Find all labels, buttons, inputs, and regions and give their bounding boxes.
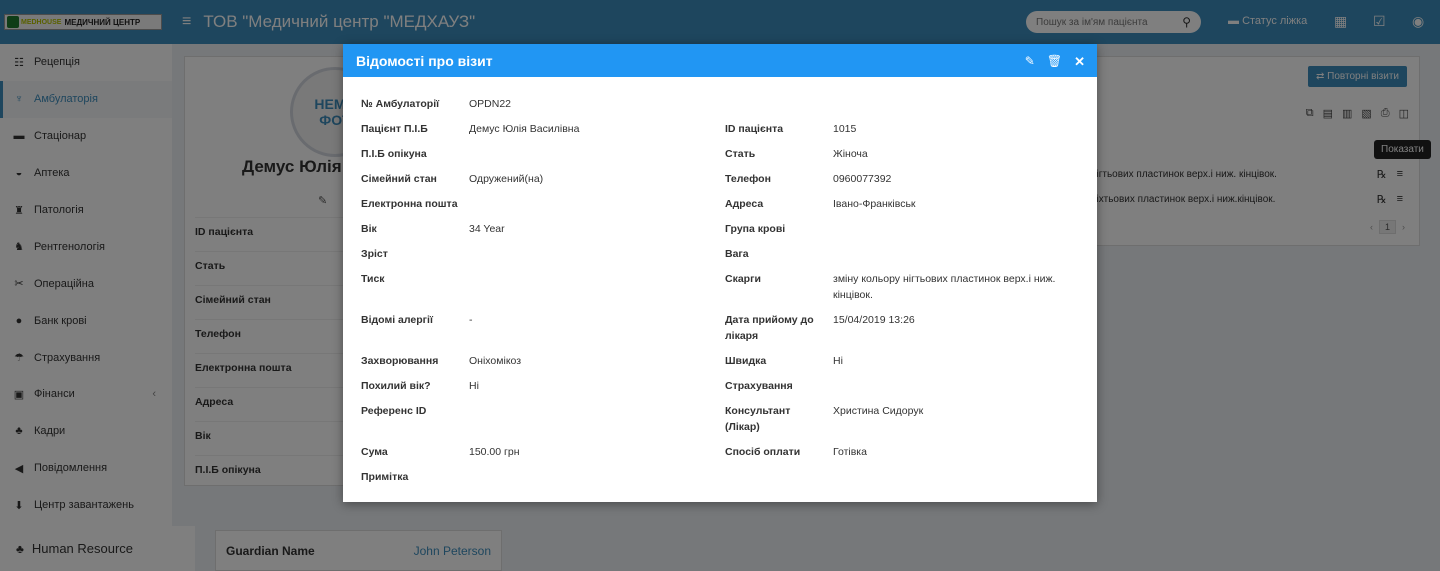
field-label: Вага [725,248,749,260]
field-value: Христина Сидорук [833,405,924,417]
close-icon[interactable]: ✕ [1074,54,1085,70]
field-label: Спосіб оплати [725,446,801,458]
modal-tools: ✎ 🗑 ✕ [1025,54,1085,70]
field-label: Пацієнт П.І.Б [361,123,428,135]
modal-title: Відомості про візит [356,52,493,69]
field-label: Телефон [725,173,771,185]
field-label: Сімейний стан [361,173,437,185]
field-value: Оніхомікоз [469,355,522,367]
visit-details-modal: Відомості про візит ✎ 🗑 ✕ № Амбулаторії … [343,44,1097,502]
trash-icon[interactable]: 🗑 [1047,54,1062,70]
field-label: Страхування [725,380,793,392]
field-label: П.І.Б опікуна [361,148,427,160]
field-value: OPDN22 [469,98,512,110]
field-label: Захворювання [361,355,439,367]
field-value: 150.00 грн [469,446,520,458]
field-label: Примітка [361,471,409,483]
modal-header: Відомості про візит ✎ 🗑 ✕ [343,44,1097,77]
field-label: Дата прийому до лікаря [725,314,814,342]
field-label: Скарги [725,273,761,285]
field-value: 34 Year [469,223,505,235]
field-value: Ні [833,355,843,367]
field-label: Вік [361,223,377,235]
field-value: Одружений(на) [469,173,544,185]
field-value: зміну кольору нігтьових пластинок верх.і… [833,273,1056,301]
field-label: Референс ID [361,405,427,417]
field-label: Сума [361,446,388,458]
field-value: Івано-Франківськ [833,198,916,210]
field-label: Зріст [361,248,388,260]
field-value: Ні [469,380,479,392]
field-value: 0960077392 [833,173,892,185]
field-label: Швидка [725,355,767,367]
field-value: Жіноча [833,148,868,160]
field-label: Тиск [361,273,385,285]
field-label: ID пацієнта [725,123,784,135]
field-value: 15/04/2019 13:26 [833,314,915,326]
edit-icon[interactable]: ✎ [1025,54,1035,70]
field-label: Відомі алергії [361,314,433,326]
field-value: 1015 [833,123,857,135]
field-label: Похилий вік? [361,380,431,392]
field-label: № Амбулаторії [361,98,440,110]
field-label: Стать [725,148,756,160]
field-label: Консультант (Лікар) [725,405,791,433]
field-label: Електронна пошта [361,198,458,210]
field-value: Готівка [833,446,867,458]
field-label: Група крові [725,223,786,235]
field-label: Адреса [725,198,764,210]
field-value: - [469,314,473,326]
field-value: Демус Юлія Василівна [469,123,580,135]
